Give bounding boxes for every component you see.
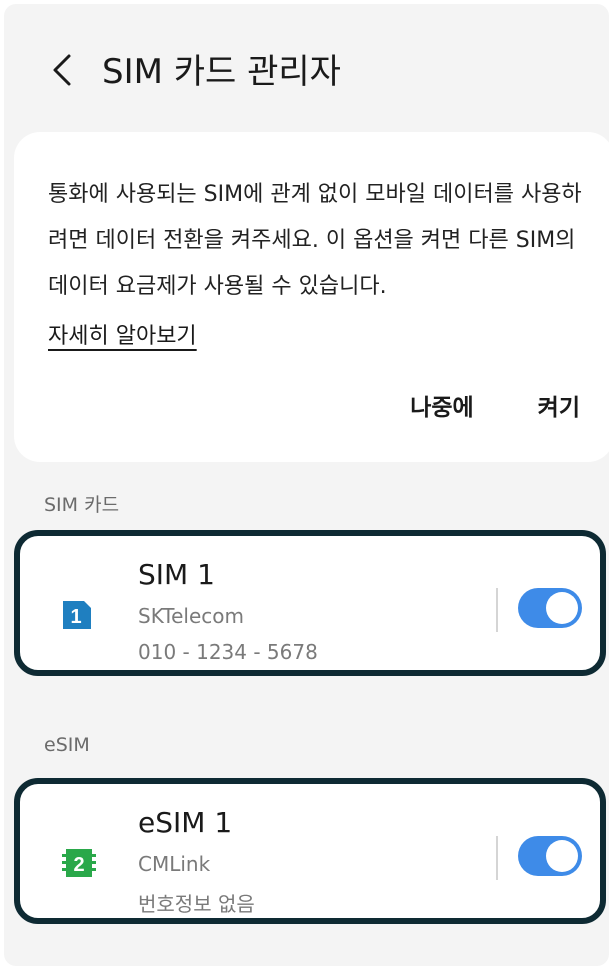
esim-carrier: CMLink <box>138 852 211 876</box>
section-label-esim: eSIM <box>44 734 90 756</box>
sim-card-esim1[interactable]: 2 eSIM 1 CMLink 번호정보 없음 <box>14 778 606 924</box>
notice-actions: 나중에 켜기 <box>410 388 580 422</box>
sim-card-sim1[interactable]: 1 SIM 1 SKTelecom 010 - 1234 - 5678 <box>14 530 606 676</box>
turn-on-button[interactable]: 켜기 <box>538 388 580 422</box>
sim1-toggle[interactable] <box>518 588 582 628</box>
divider <box>496 588 498 632</box>
later-button[interactable]: 나중에 <box>410 388 473 422</box>
esim-icon-number: 2 <box>73 854 84 876</box>
toggle-knob <box>546 840 578 872</box>
sim-icon-number: 1 <box>70 606 81 628</box>
back-button[interactable] <box>42 48 82 92</box>
notice-text: 통화에 사용되는 SIM에 관계 없이 모바일 데이터를 사용하려면 데이터 전… <box>48 182 582 299</box>
sim-card-icon: 1 <box>60 598 94 636</box>
esim-number: 번호정보 없음 <box>138 892 255 916</box>
header: SIM 카드 관리자 <box>4 4 609 124</box>
sim-carrier: SKTelecom <box>138 604 244 628</box>
esim1-toggle[interactable] <box>518 836 582 876</box>
section-label-sim: SIM 카드 <box>44 494 120 516</box>
sim-manager-screen: SIM 카드 관리자 통화에 사용되는 SIM에 관계 없이 모바일 데이터를 … <box>4 4 609 966</box>
esim-chip-icon: 2 <box>60 846 98 884</box>
data-switch-notice-card: 통화에 사용되는 SIM에 관계 없이 모바일 데이터를 사용하려면 데이터 전… <box>14 132 609 462</box>
sim-title: SIM 1 <box>138 558 215 591</box>
learn-more-link[interactable]: 자세히 알아보기 <box>48 318 197 350</box>
toggle-knob <box>546 592 578 624</box>
esim-title: eSIM 1 <box>138 806 233 839</box>
sim-number: 010 - 1234 - 5678 <box>138 640 318 664</box>
divider <box>496 836 498 880</box>
chevron-left-icon <box>53 54 71 86</box>
page-title: SIM 카드 관리자 <box>102 52 341 92</box>
